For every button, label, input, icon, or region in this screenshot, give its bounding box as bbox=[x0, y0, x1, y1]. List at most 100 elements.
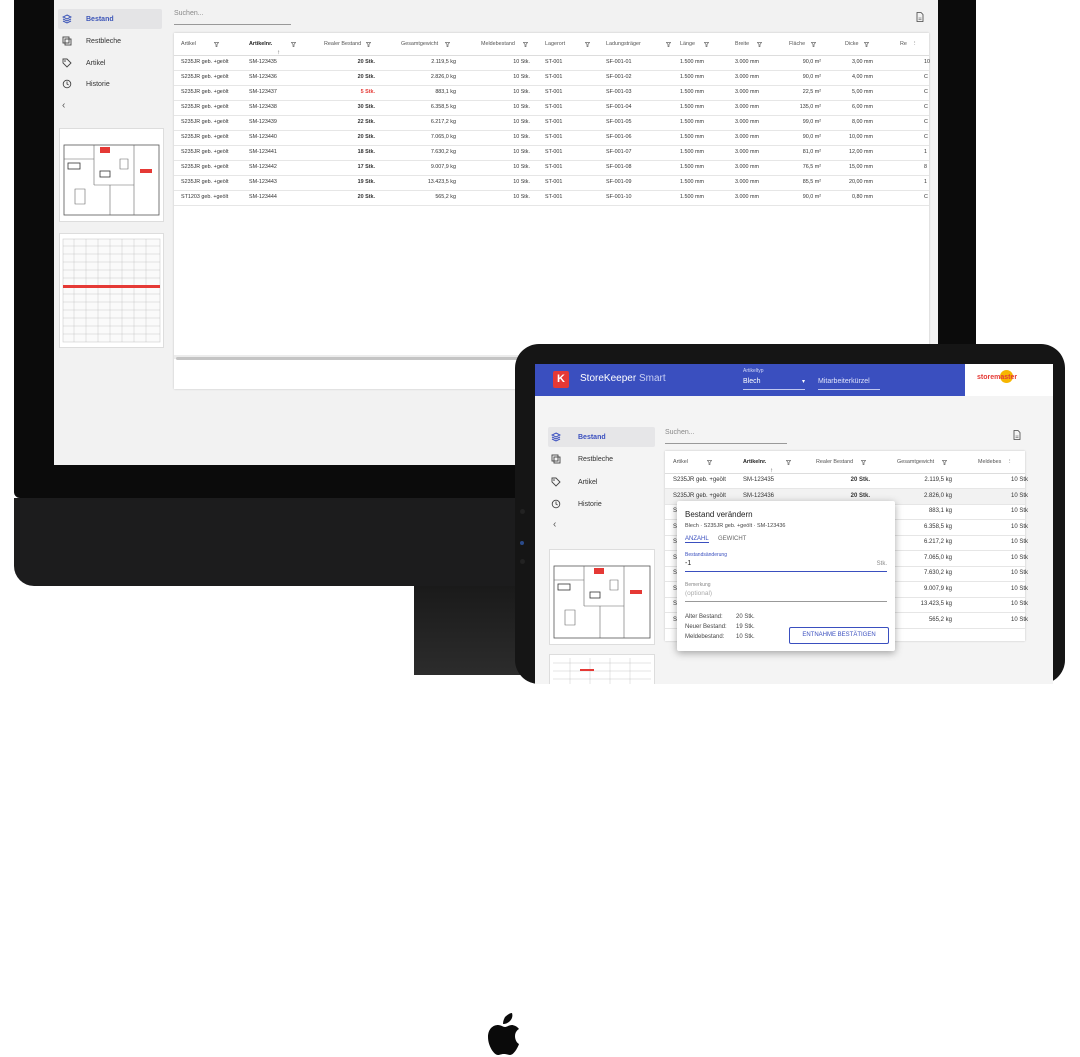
ipad-nav-label: Historie bbox=[578, 500, 602, 508]
column-header[interactable]: Dicke bbox=[845, 33, 858, 55]
table-cell-gewicht: 13.423,5 kg bbox=[920, 601, 952, 607]
table-cell-dicke: 12,00 mm bbox=[849, 149, 873, 155]
column-header[interactable]: Länge bbox=[680, 33, 695, 55]
table-cell-melde: 10 Stk. bbox=[513, 134, 530, 140]
desktop-rack-thumbnail[interactable] bbox=[59, 233, 164, 348]
more-options-icon[interactable]: ⋮ bbox=[912, 33, 917, 55]
desktop-nav-artikel[interactable]: Artikel bbox=[58, 53, 162, 73]
export-file-icon[interactable] bbox=[1013, 430, 1021, 440]
table-cell-nr: SM-123441 bbox=[249, 149, 277, 155]
meldebestand-label: Meldebestand: bbox=[685, 634, 725, 640]
table-cell-dicke: 5,00 mm bbox=[852, 89, 873, 95]
filter-icon[interactable] bbox=[291, 42, 296, 47]
bemerkung-label: Bemerkung bbox=[685, 582, 711, 588]
column-header[interactable]: Artikelnr. bbox=[249, 33, 272, 55]
desktop-nav-restbleche[interactable]: Restbleche bbox=[58, 31, 162, 51]
export-file-icon[interactable] bbox=[916, 12, 924, 22]
table-cell-laenge: 1.500 mm bbox=[680, 179, 704, 185]
ipad-sensor bbox=[520, 559, 525, 564]
more-options-icon[interactable]: ⋮ bbox=[1007, 451, 1012, 473]
column-header[interactable]: Ladungsträger bbox=[606, 33, 641, 55]
bemerkung-input[interactable]: (optional) bbox=[685, 590, 887, 602]
bestandsaenderung-input[interactable]: -1 Stk. bbox=[685, 560, 887, 572]
mitarbeiterkuerzel-input[interactable]: Mitarbeiterkürzel bbox=[818, 378, 880, 390]
ipad-nav-artikel[interactable]: Artikel bbox=[548, 472, 655, 492]
column-header[interactable]: Meldebestand bbox=[481, 33, 515, 55]
filter-icon[interactable] bbox=[704, 42, 709, 47]
column-header[interactable]: Re bbox=[900, 33, 907, 55]
table-row[interactable]: S235JR geb. +geölt SM-123435 20 Stk. 2.119,… bbox=[174, 55, 930, 71]
filter-icon[interactable] bbox=[214, 42, 219, 47]
filter-icon[interactable] bbox=[585, 42, 590, 47]
desktop-nav-bestand[interactable]: Bestand bbox=[58, 9, 162, 29]
column-header[interactable]: Meldebes bbox=[978, 451, 1001, 473]
desktop-collapse-button[interactable]: ‹ bbox=[62, 100, 65, 111]
column-header[interactable]: Artikel bbox=[673, 451, 688, 473]
column-header[interactable]: Artikelnr. bbox=[743, 451, 766, 473]
table-cell-bestand: 20 Stk. bbox=[357, 59, 375, 65]
table-cell-bestand: 19 Stk. bbox=[357, 179, 375, 185]
ipad-nav-restbleche[interactable]: Restbleche bbox=[548, 449, 655, 469]
table-cell-breite: 3.000 mm bbox=[735, 179, 759, 185]
entnahme-bestaetigen-button[interactable]: ENTNAHME BESTÄTIGEN bbox=[789, 627, 889, 644]
table-cell-melde: 10 Stk bbox=[1011, 554, 1029, 561]
filter-icon[interactable] bbox=[942, 460, 947, 465]
table-row[interactable]: S235JR geb. +geölt SM-123437 5 Stk. 883,1 k… bbox=[174, 85, 929, 101]
tab-gewicht[interactable]: GEWICHT bbox=[718, 536, 746, 542]
column-header[interactable]: Lagerort bbox=[545, 33, 565, 55]
filter-icon[interactable] bbox=[864, 42, 869, 47]
filter-icon[interactable] bbox=[366, 42, 371, 47]
column-header[interactable]: Gesamtgewicht bbox=[401, 33, 438, 55]
desktop-nav-historie[interactable]: Historie bbox=[58, 74, 162, 94]
desktop-floorplan-thumbnail[interactable] bbox=[59, 128, 164, 222]
filter-icon[interactable] bbox=[666, 42, 671, 47]
table-cell-gewicht: 6.358,5 kg bbox=[430, 104, 456, 110]
ipad-nav-historie[interactable]: Historie bbox=[548, 494, 655, 514]
tab-anzahl[interactable]: ANZAHL bbox=[685, 536, 709, 543]
column-header[interactable]: Realer Bestand bbox=[324, 33, 361, 55]
table-row[interactable]: S235JR geb. +geölt SM-123438 30 Stk. 6.358,… bbox=[174, 100, 929, 116]
table-cell-re: C bbox=[924, 104, 928, 110]
column-header[interactable]: Gesamtgewicht bbox=[897, 451, 934, 473]
desktop-search-input[interactable]: Suchen... bbox=[174, 10, 291, 25]
ipad-collapse-button[interactable]: ‹ bbox=[553, 519, 556, 530]
column-header[interactable]: Fläche bbox=[789, 33, 805, 55]
copy-icon bbox=[62, 36, 72, 46]
table-cell-lagerort: ST-001 bbox=[545, 134, 563, 140]
table-row[interactable]: S235JR geb. +geölt SM-123436 20 Stk. 2.826,… bbox=[174, 70, 929, 86]
table-row[interactable]: ST1203 geb. +geölt SM-123444 20 Stk. 565,2 … bbox=[174, 190, 929, 206]
chevron-down-icon: ▾ bbox=[801, 379, 805, 385]
table-cell-gewicht: 2.826,0 kg bbox=[923, 492, 952, 499]
table-row[interactable]: S235JR geb. +geölt SM-123440 20 Stk. 7.065,… bbox=[174, 130, 929, 146]
table-cell-lagerort: ST-001 bbox=[545, 149, 563, 155]
table-cell-gewicht: 9.007,9 kg bbox=[923, 585, 952, 592]
tag-icon bbox=[551, 477, 561, 487]
table-row[interactable]: S235JR geb. +geölt SM-123442 17 Stk. 9.007,… bbox=[174, 160, 929, 176]
history-icon bbox=[62, 79, 72, 89]
table-cell-gewicht: 883,1 kg bbox=[928, 508, 952, 514]
filter-icon[interactable] bbox=[861, 460, 866, 465]
ipad-search-input[interactable]: Suchen... bbox=[665, 429, 787, 444]
app-name: StoreKeeper bbox=[580, 373, 637, 384]
table-cell-breite: 3.000 mm bbox=[735, 89, 759, 95]
table-cell-flaeche: 76,5 m² bbox=[802, 164, 821, 170]
ipad-nav-bestand[interactable]: Bestand bbox=[548, 427, 655, 447]
filter-icon[interactable] bbox=[811, 42, 816, 47]
ipad-rack-thumbnail[interactable] bbox=[549, 654, 655, 684]
table-cell-artikel: ST1203 geb. +geölt bbox=[181, 194, 229, 200]
table-row[interactable]: S235JR geb. +geölt SM-123441 18 Stk. 7.630,… bbox=[174, 145, 929, 161]
table-cell-flaeche: 90,0 m² bbox=[802, 74, 821, 80]
table-row[interactable]: S235JR geb. +geölt SM-123435 20 Stk. 2.119,… bbox=[665, 473, 1028, 489]
column-header[interactable]: Breite bbox=[735, 33, 749, 55]
table-row[interactable]: S235JR geb. +geölt SM-123439 22 Stk. 6.217,… bbox=[174, 115, 929, 131]
filter-icon[interactable] bbox=[523, 42, 528, 47]
filter-icon[interactable] bbox=[445, 42, 450, 47]
filter-icon[interactable] bbox=[757, 42, 762, 47]
filter-icon[interactable] bbox=[786, 460, 791, 465]
artikeltyp-select[interactable]: Blech ▾ bbox=[743, 378, 805, 390]
column-header[interactable]: Artikel bbox=[181, 33, 196, 55]
column-header[interactable]: Realer Bestand bbox=[816, 451, 853, 473]
table-row[interactable]: S235JR geb. +geölt SM-123443 19 Stk. 13.423… bbox=[174, 175, 929, 191]
ipad-floorplan-thumbnail[interactable] bbox=[549, 549, 655, 645]
filter-icon[interactable] bbox=[707, 460, 712, 465]
